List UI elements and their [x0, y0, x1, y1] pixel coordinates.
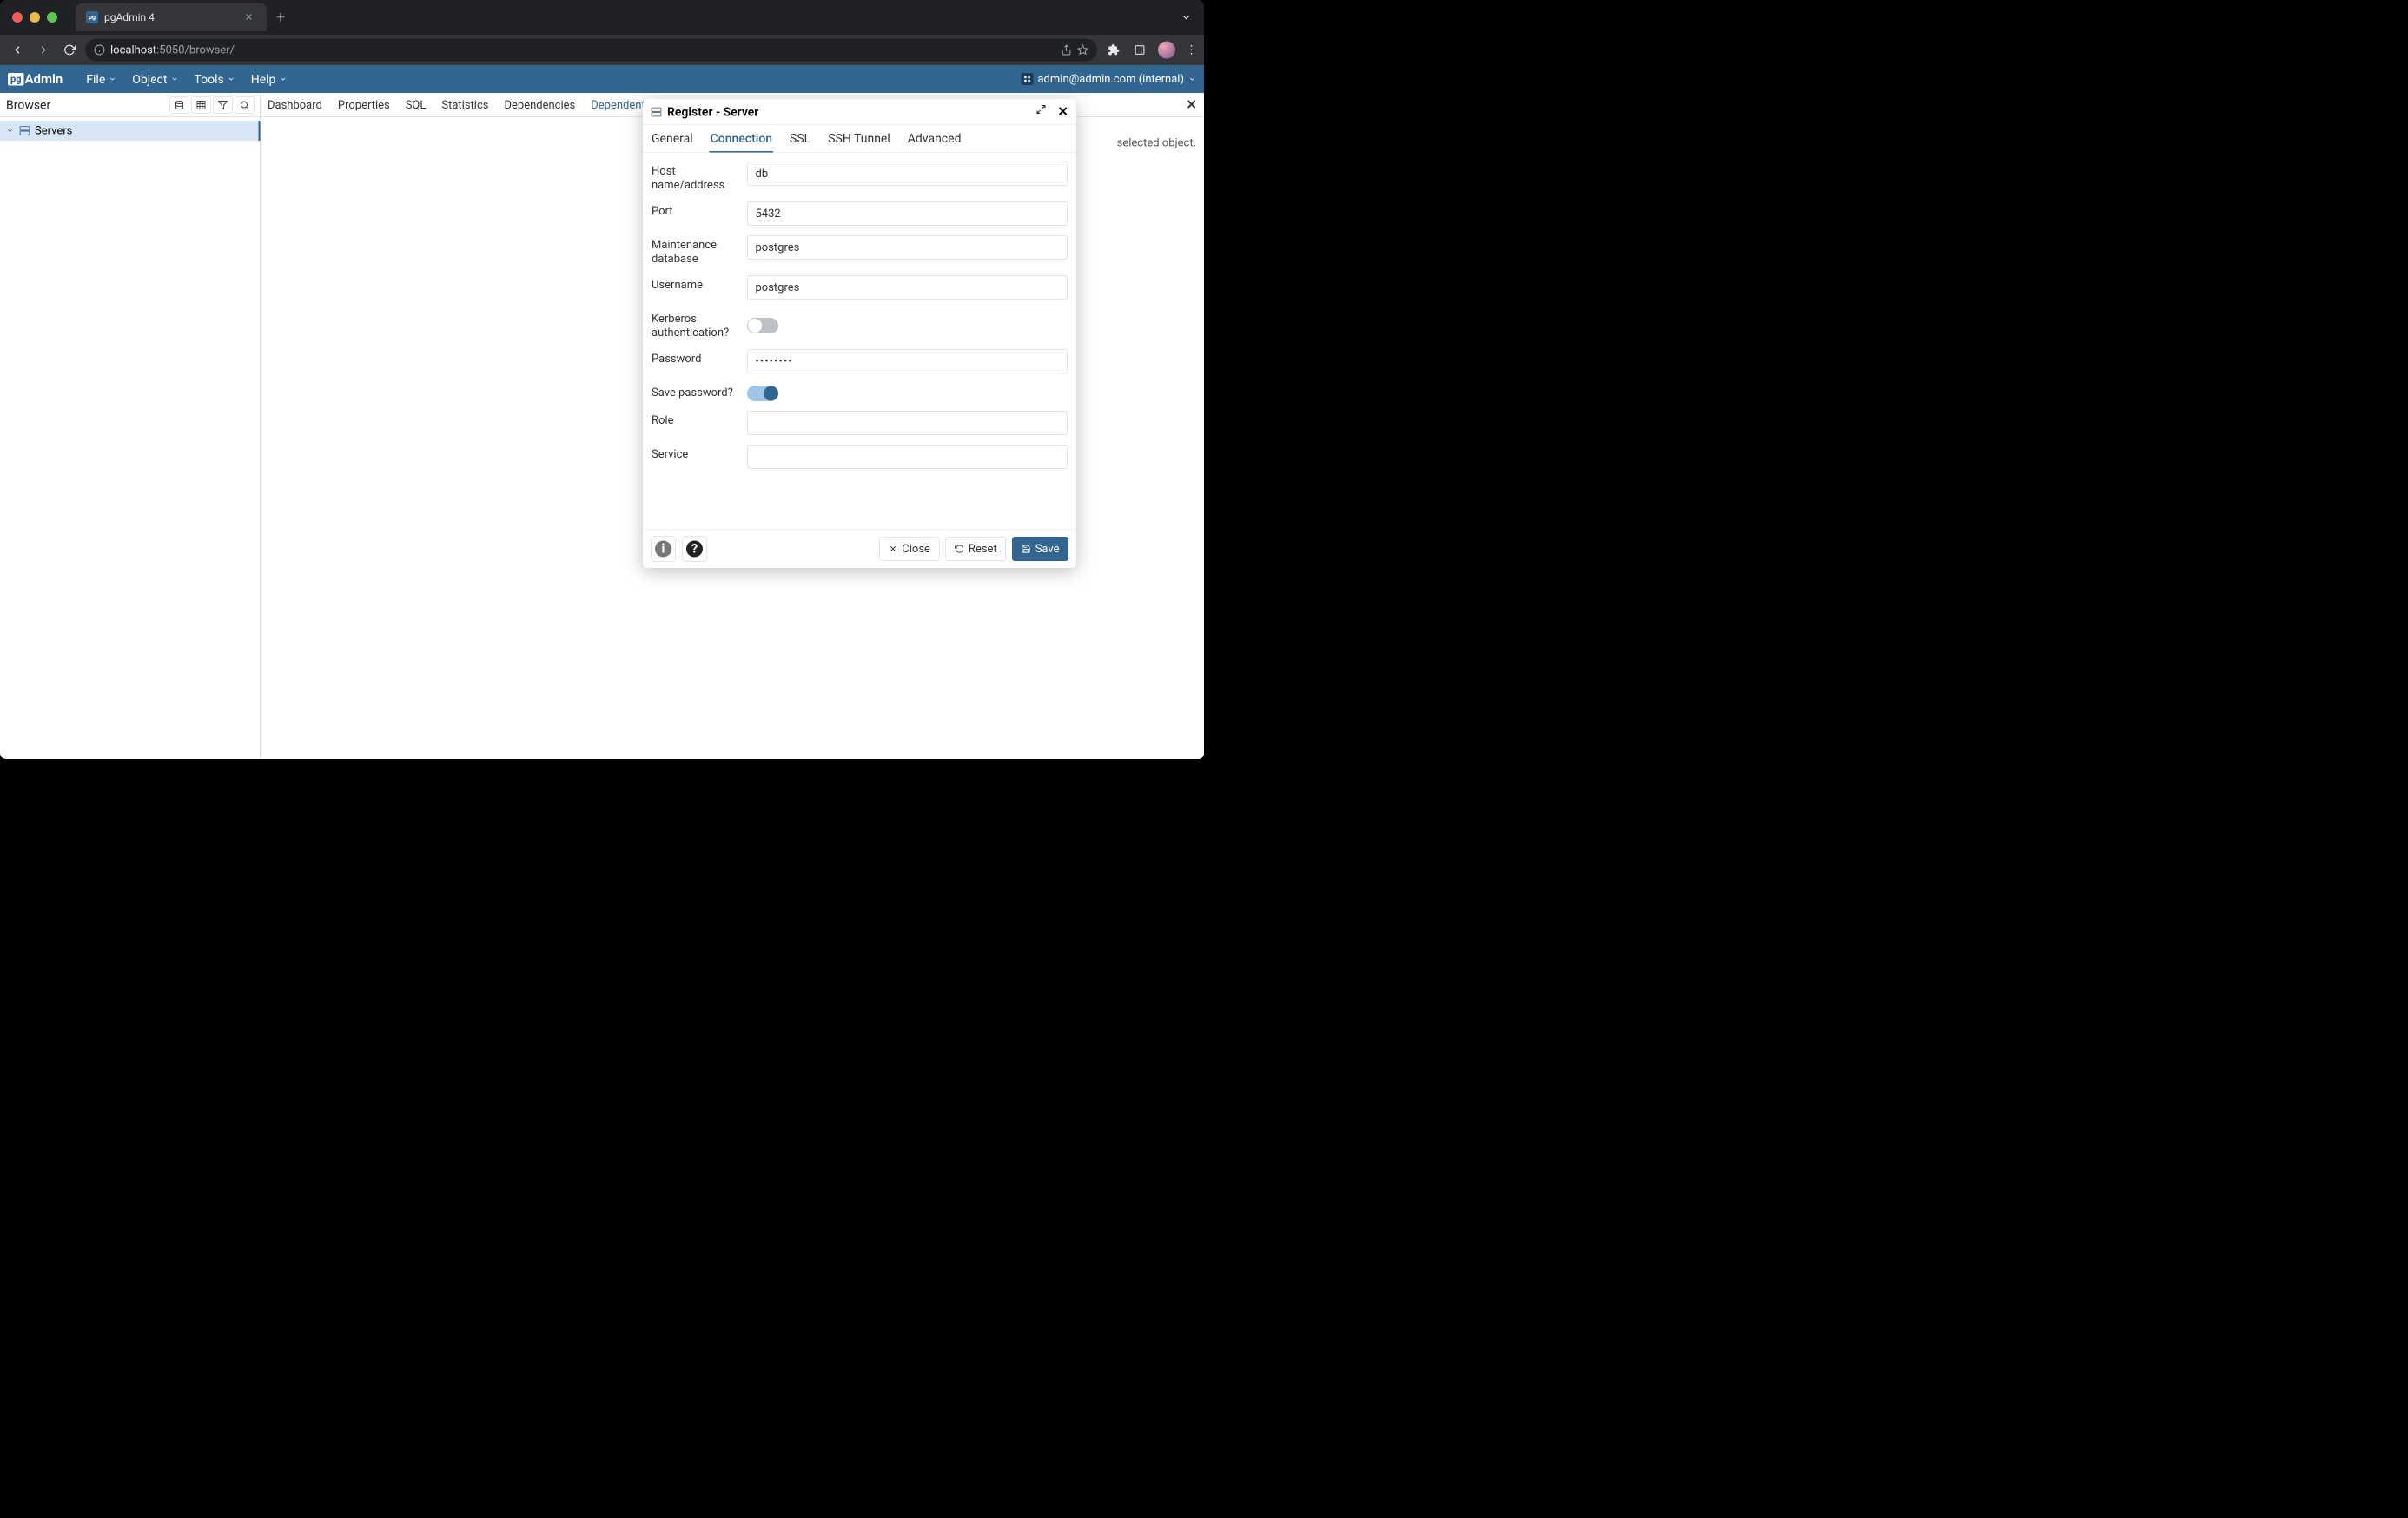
maintdb-label: Maintenance database: [652, 235, 738, 266]
close-icon: [888, 544, 897, 553]
expand-icon[interactable]: [1035, 104, 1046, 120]
filter-rows-button[interactable]: [214, 96, 233, 114]
kerberos-label: Kerberos authentication?: [652, 309, 738, 340]
chrome-dropdown-icon[interactable]: [1181, 12, 1192, 23]
query-tool-button[interactable]: [170, 96, 189, 114]
chevron-down-icon: [228, 76, 235, 83]
search-objects-button[interactable]: [235, 96, 255, 114]
dlg-tab-ssl[interactable]: SSL: [789, 125, 811, 153]
save-button[interactable]: Save: [1012, 537, 1068, 561]
browser-sidebar: Browser Servers: [0, 93, 261, 759]
servers-icon: [19, 125, 30, 136]
tab-dashboard[interactable]: Dashboard: [268, 98, 322, 111]
chrome-toolbar: localhost:5050/browser/ ⋮: [0, 35, 1204, 65]
chrome-menu-icon[interactable]: ⋮: [1186, 43, 1197, 56]
user-menu[interactable]: admin@admin.com (internal): [1021, 73, 1196, 86]
tab-title: pgAdmin 4: [104, 11, 155, 23]
url-host: localhost: [110, 43, 156, 56]
dlg-tab-advanced[interactable]: Advanced: [907, 125, 963, 153]
main-panel: Dashboard Properties SQL Statistics Depe…: [261, 93, 1204, 759]
service-label: Service: [652, 445, 738, 469]
user-label: admin@admin.com (internal): [1037, 73, 1184, 86]
role-input[interactable]: [747, 411, 1068, 435]
savepw-label: Save password?: [652, 383, 738, 401]
register-server-dialog: Register - Server ✕ General Connection S…: [643, 99, 1076, 568]
host-input[interactable]: [747, 162, 1068, 186]
window-minimize-icon[interactable]: [30, 12, 40, 23]
address-bar[interactable]: localhost:5050/browser/: [85, 39, 1097, 62]
chevron-down-icon: [279, 76, 287, 83]
tab-sql[interactable]: SQL: [406, 98, 427, 111]
sidepanel-icon[interactable]: [1132, 43, 1148, 58]
new-tab-button[interactable]: +: [276, 9, 285, 27]
forward-button[interactable]: [33, 40, 54, 61]
dlg-tab-connection[interactable]: Connection: [710, 125, 773, 153]
profile-avatar[interactable]: [1158, 42, 1175, 59]
dialog-title: Register - Server: [667, 105, 758, 120]
panel-close-icon[interactable]: ✕: [1186, 97, 1197, 113]
pgadmin-menubar: pgAdmin File Object Tools Help admin@adm…: [0, 65, 1204, 93]
password-input[interactable]: [747, 349, 1068, 373]
reset-icon: [955, 544, 964, 553]
dlg-tab-general[interactable]: General: [651, 125, 694, 153]
tab-close-icon[interactable]: ✕: [241, 11, 256, 24]
view-data-button[interactable]: [192, 96, 211, 114]
tab-properties[interactable]: Properties: [338, 98, 390, 111]
menu-help[interactable]: Help: [243, 65, 295, 93]
kerberos-toggle[interactable]: [747, 318, 778, 333]
menu-file[interactable]: File: [78, 65, 124, 93]
menu-tools[interactable]: Tools: [186, 65, 242, 93]
host-label: Host name/address: [652, 162, 738, 192]
sidebar-title: Browser: [6, 98, 168, 113]
sql-info-button[interactable]: i: [651, 536, 676, 561]
window-close-icon[interactable]: [12, 12, 23, 23]
close-button[interactable]: Close: [879, 537, 940, 561]
chrome-tabbar: pg pgAdmin 4 ✕ +: [0, 0, 1204, 35]
username-input[interactable]: [747, 275, 1068, 300]
password-label: Password: [652, 349, 738, 373]
runtime-icon: [1021, 73, 1033, 85]
tree-item-servers[interactable]: Servers: [0, 121, 261, 141]
logo-text: Admin: [25, 71, 63, 87]
dlg-tab-sshtunnel[interactable]: SSH Tunnel: [827, 125, 891, 153]
bookmark-icon[interactable]: [1077, 44, 1088, 56]
chevron-down-icon: [1188, 76, 1196, 83]
extensions-icon[interactable]: [1106, 43, 1121, 58]
chevron-down-icon: [170, 76, 178, 83]
main-hint: selected object.: [1117, 136, 1196, 149]
pgadmin-favicon-icon: pg: [86, 11, 98, 23]
dialog-close-icon[interactable]: ✕: [1057, 104, 1068, 120]
chevron-down-icon: [6, 127, 15, 135]
savepw-toggle[interactable]: [747, 386, 778, 401]
menu-object[interactable]: Object: [124, 65, 186, 93]
window-fullscreen-icon[interactable]: [47, 12, 57, 23]
url-path: :5050/browser/: [156, 43, 235, 56]
back-button[interactable]: [7, 40, 28, 61]
reset-button[interactable]: Reset: [945, 537, 1006, 561]
maintdb-input[interactable]: [747, 235, 1068, 260]
tab-dependencies[interactable]: Dependencies: [504, 98, 575, 111]
save-icon: [1022, 544, 1031, 553]
share-icon[interactable]: [1061, 44, 1072, 56]
username-label: Username: [652, 275, 738, 300]
tree-item-label: Servers: [35, 124, 72, 137]
tab-statistics[interactable]: Statistics: [441, 98, 488, 111]
browser-tab[interactable]: pg pgAdmin 4 ✕: [76, 3, 267, 31]
pgadmin-logo[interactable]: pgAdmin: [8, 71, 63, 87]
site-info-icon[interactable]: [94, 44, 105, 56]
role-label: Role: [652, 411, 738, 435]
port-input[interactable]: [747, 201, 1068, 226]
service-input[interactable]: [747, 445, 1068, 469]
chevron-down-icon: [109, 76, 116, 83]
logo-prefix: pg: [8, 73, 24, 86]
help-button[interactable]: ?: [682, 536, 707, 561]
port-label: Port: [652, 201, 738, 226]
reload-button[interactable]: [59, 40, 80, 61]
server-icon: [651, 106, 662, 117]
